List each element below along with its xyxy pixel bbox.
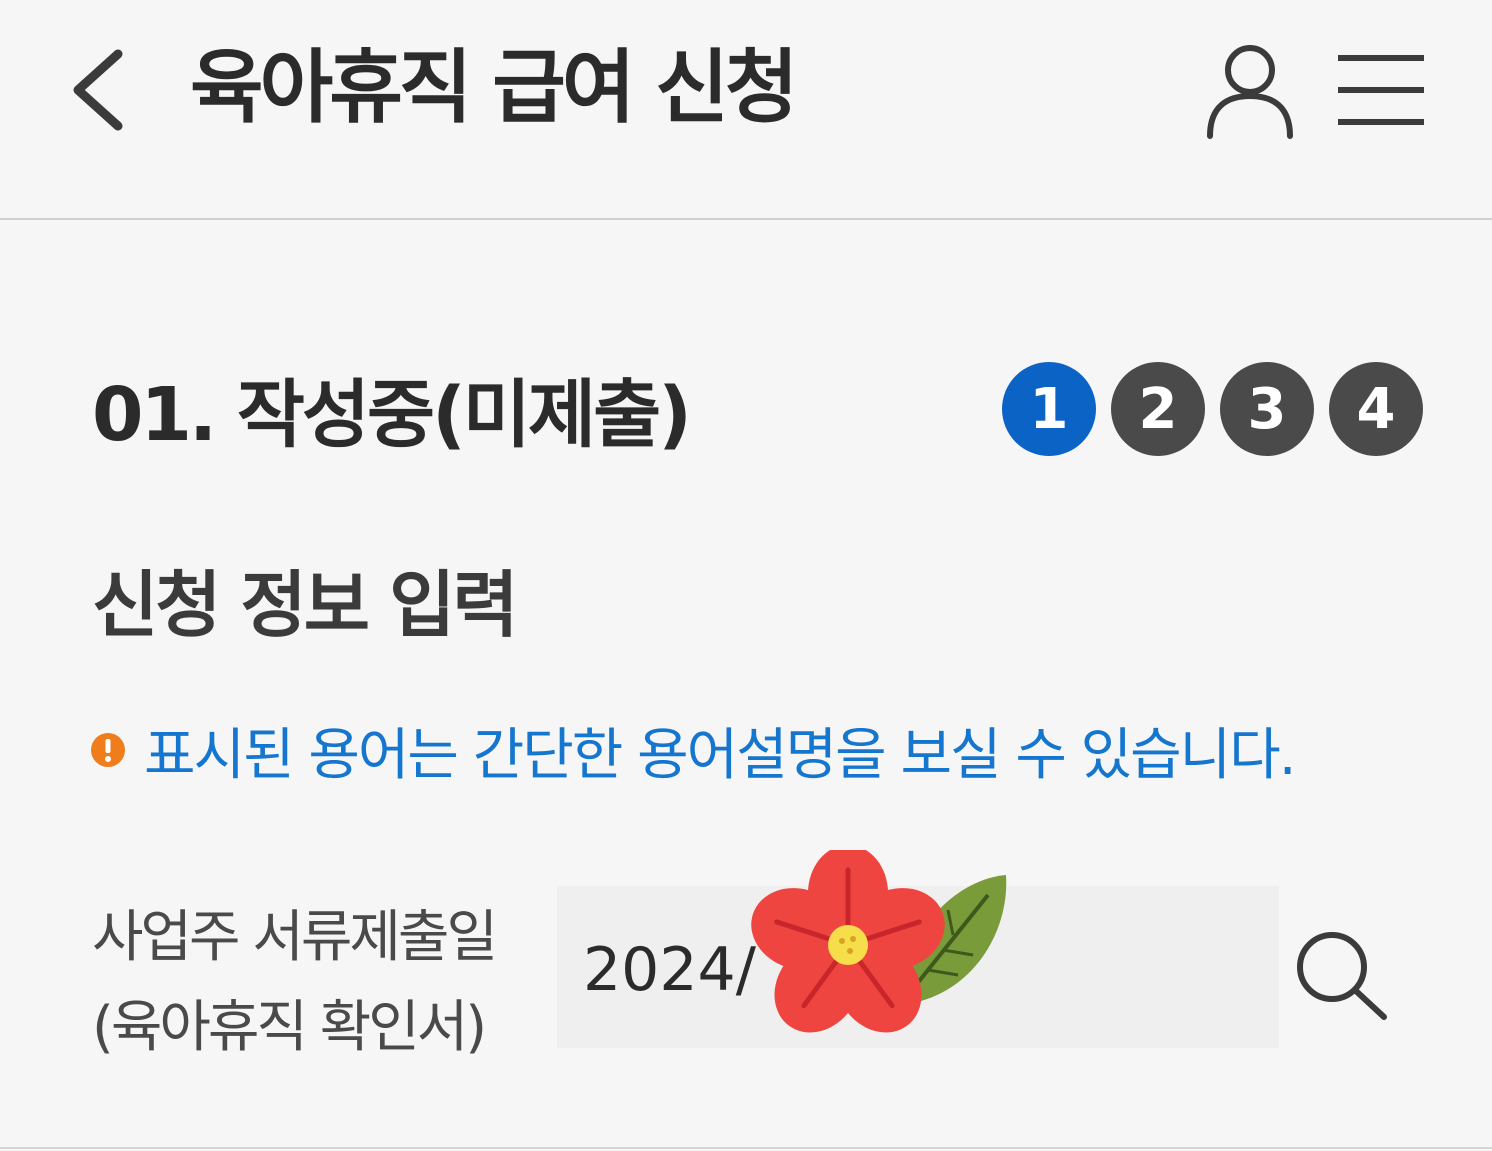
step-indicator: 1 2 3 4 <box>1002 362 1423 456</box>
search-button[interactable] <box>1290 925 1390 1025</box>
hamburger-menu-icon <box>1338 55 1424 125</box>
step-4: 4 <box>1329 362 1423 456</box>
step-1: 1 <box>1002 362 1096 456</box>
label-line-1: 사업주 서류제출일 <box>92 905 498 970</box>
app-header: 육아휴직 급여 신청 <box>0 0 1492 220</box>
menu-button[interactable] <box>1330 45 1430 135</box>
page-title: 육아휴직 급여 신청 <box>190 41 799 134</box>
user-button[interactable] <box>1200 40 1300 140</box>
chevron-left-icon <box>73 49 123 131</box>
step-2: 2 <box>1111 362 1205 456</box>
divider <box>0 1147 1492 1149</box>
back-button[interactable] <box>60 40 140 140</box>
section-title: 신청 정보 입력 <box>92 563 519 647</box>
flower-sticker <box>751 850 1007 1033</box>
notice-text: 표시된 용어는 간단한 용어설명을 보실 수 있습니다. <box>144 722 1297 788</box>
employer-submit-date-value: 2024/ <box>583 935 756 1005</box>
step-3: 3 <box>1220 362 1314 456</box>
employer-submit-date-label: 사업주 서류제출일 (육아휴직 확인서) <box>92 893 498 1073</box>
search-icon <box>1297 932 1387 1020</box>
notice: 표시된 용어는 간단한 용어설명을 보실 수 있습니다. <box>90 710 1297 790</box>
status-title: 01. 작성중(미제출) <box>92 372 692 458</box>
user-icon <box>1207 45 1293 139</box>
label-line-2: (육아휴직 확인서) <box>92 995 487 1060</box>
warning-icon <box>91 733 125 767</box>
